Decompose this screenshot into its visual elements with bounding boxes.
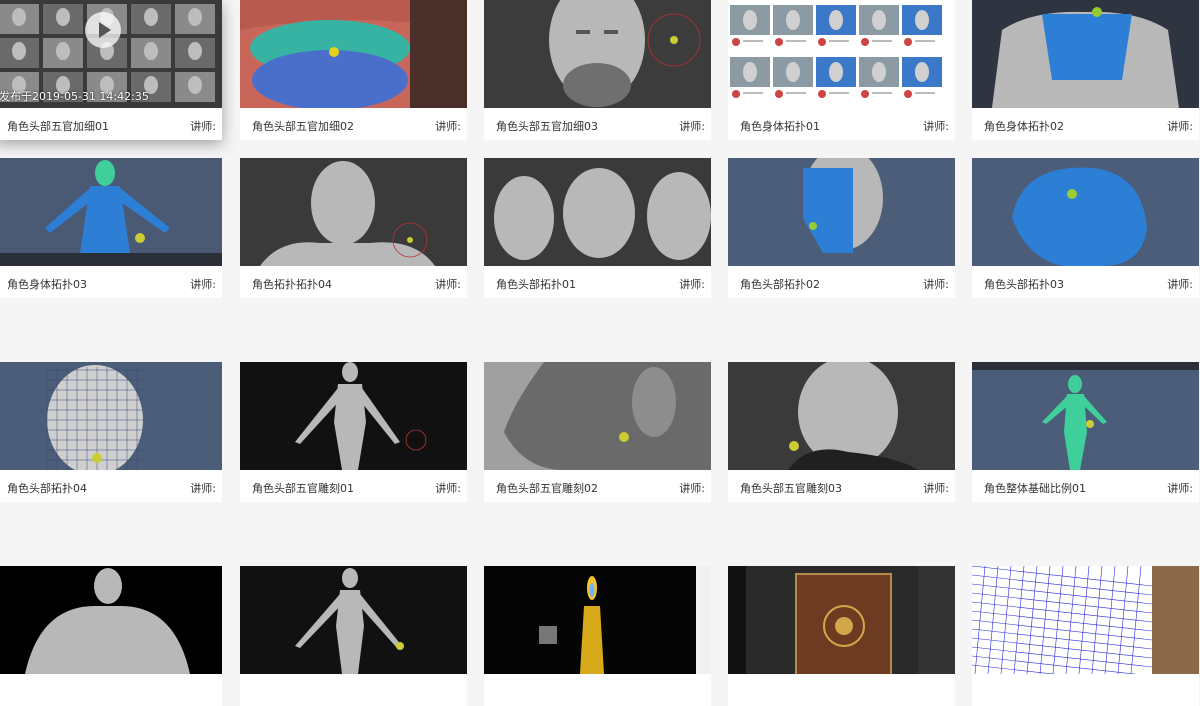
course-thumbnail[interactable] (972, 0, 1199, 108)
course-thumbnail[interactable] (484, 362, 711, 470)
course-title[interactable]: 角色头部五官加细02 (252, 118, 354, 134)
teacher-label: 讲师: (923, 278, 949, 291)
course-thumbnail[interactable] (972, 158, 1199, 266)
teacher-label: 讲师: (679, 482, 705, 495)
course-card[interactable]: 角色头部五官雕刻03 讲师: (728, 362, 955, 502)
course-caption: 角色头部五官加细01 讲师: (0, 108, 222, 140)
course-card[interactable]: 角色头部五官雕刻01 讲师: (240, 362, 467, 502)
teacher-label: 讲师: (435, 278, 461, 291)
course-caption: 角色头部拓扑04 讲师: (0, 470, 222, 502)
course-title[interactable]: 角色头部五官雕刻03 (740, 480, 842, 496)
teacher-label: 讲师: (190, 482, 216, 495)
course-title[interactable]: 角色身体拓扑03 (7, 276, 87, 292)
course-title[interactable]: 角色头部五官加细03 (496, 118, 598, 134)
course-caption: 角色整体基础比例01 讲师: (972, 470, 1199, 502)
teacher-label: 讲师: (923, 482, 949, 495)
course-title[interactable]: 角色头部拓扑04 (7, 480, 87, 496)
course-thumbnail[interactable] (728, 0, 955, 108)
course-card[interactable]: 角色头部五官加细02 讲师: (240, 0, 467, 140)
course-card[interactable]: 角色头部五官加细03 讲师: (484, 0, 711, 140)
course-caption: 角色头部五官雕刻02 讲师: (484, 470, 711, 502)
course-caption: 角色身体拓扑01 讲师: (728, 108, 955, 140)
teacher-label: 讲师: (435, 482, 461, 495)
teacher-label: 讲师: (435, 120, 461, 133)
course-caption: 角色头部拓扑02 讲师: (728, 266, 955, 298)
teacher-label: 讲师: (679, 278, 705, 291)
course-title[interactable]: 角色身体拓扑02 (984, 118, 1064, 134)
course-thumbnail[interactable] (0, 158, 222, 266)
course-title[interactable]: 角色头部拓扑01 (496, 276, 576, 292)
teacher-label: 讲师: (190, 278, 216, 291)
course-caption: 角色身体拓扑02 讲师: (972, 108, 1199, 140)
course-thumbnail[interactable] (240, 362, 467, 470)
course-caption: 角色头部五官雕刻03 讲师: (728, 470, 955, 502)
course-card[interactable]: 角色身体拓扑02 讲师: (972, 0, 1199, 140)
course-thumbnail[interactable] (484, 0, 711, 108)
teacher-label: 讲师: (1167, 482, 1193, 495)
course-thumbnail[interactable] (0, 362, 222, 470)
play-icon[interactable] (85, 12, 121, 48)
course-caption: 角色头部五官雕刻01 讲师: (240, 470, 467, 502)
course-title[interactable]: 角色拓扑拓扑04 (252, 276, 332, 292)
course-caption: 角色头部拓扑03 讲师: (972, 266, 1199, 298)
course-title[interactable]: 角色头部拓扑03 (984, 276, 1064, 292)
course-grid: 发布于2019-05-31 14:42:35 角色头部五官加细01 讲师: 角色头部五… (0, 0, 1200, 706)
publish-date: 发布于2019-05-31 14:42:35 (0, 90, 149, 103)
course-thumbnail[interactable] (728, 158, 955, 266)
course-card[interactable]: 角色整体基础比例01 讲师: (972, 362, 1199, 502)
course-caption: 角色头部拓扑01 讲师: (484, 266, 711, 298)
course-caption: 角色身体拓扑03 讲师: (0, 266, 222, 298)
course-card[interactable]: 角色身体拓扑03 讲师: (0, 158, 222, 298)
course-thumbnail[interactable] (240, 566, 467, 674)
course-card[interactable] (728, 566, 955, 706)
course-caption: 角色拓扑拓扑04 讲师: (240, 266, 467, 298)
course-card[interactable]: 角色头部五官雕刻02 讲师: (484, 362, 711, 502)
course-card[interactable] (484, 566, 711, 706)
course-thumbnail[interactable] (728, 362, 955, 470)
teacher-label: 讲师: (1167, 120, 1193, 133)
teacher-label: 讲师: (923, 120, 949, 133)
teacher-label: 讲师: (190, 120, 216, 133)
course-thumbnail[interactable] (484, 566, 711, 674)
teacher-label: 讲师: (1167, 278, 1193, 291)
course-title[interactable]: 角色整体基础比例01 (984, 480, 1086, 496)
course-thumbnail[interactable] (972, 362, 1199, 470)
course-card[interactable]: 角色头部拓扑02 讲师: (728, 158, 955, 298)
course-caption: 角色头部五官加细02 讲师: (240, 108, 467, 140)
course-thumbnail[interactable] (0, 566, 222, 674)
course-card[interactable]: 发布于2019-05-31 14:42:35 角色头部五官加细01 讲师: (0, 0, 222, 140)
course-title[interactable]: 角色头部拓扑02 (740, 276, 820, 292)
course-card[interactable] (240, 566, 467, 706)
course-title[interactable]: 角色头部五官雕刻01 (252, 480, 354, 496)
course-card[interactable]: 角色头部拓扑01 讲师: (484, 158, 711, 298)
teacher-label: 讲师: (679, 120, 705, 133)
course-caption: 角色头部五官加细03 讲师: (484, 108, 711, 140)
course-card[interactable]: 角色拓扑拓扑04 讲师: (240, 158, 467, 298)
course-thumbnail[interactable] (972, 566, 1199, 674)
course-title[interactable]: 角色头部五官加细01 (7, 118, 109, 134)
course-thumbnail[interactable] (484, 158, 711, 266)
course-card[interactable] (0, 566, 222, 706)
course-card[interactable]: 角色身体拓扑01 讲师: (728, 0, 955, 140)
course-thumbnail[interactable] (728, 566, 955, 674)
course-card[interactable]: 角色头部拓扑03 讲师: (972, 158, 1199, 298)
course-title[interactable]: 角色头部五官雕刻02 (496, 480, 598, 496)
course-thumbnail[interactable] (240, 0, 467, 108)
course-card[interactable] (972, 566, 1199, 706)
course-title[interactable]: 角色身体拓扑01 (740, 118, 820, 134)
course-thumbnail[interactable] (240, 158, 467, 266)
course-card[interactable]: 角色头部拓扑04 讲师: (0, 362, 222, 502)
